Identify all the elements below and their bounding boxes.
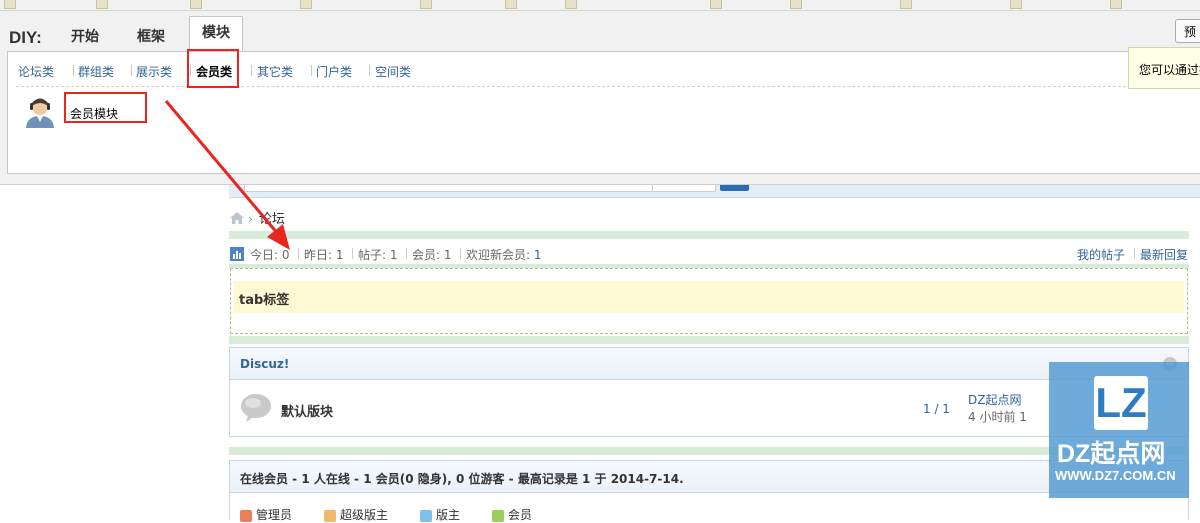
annotation-arrow-head bbox=[267, 224, 290, 250]
annotation-arrow-line bbox=[164, 100, 280, 235]
annotation-arrow bbox=[164, 100, 290, 250]
watermark-name: DZ起点网 bbox=[1057, 440, 1166, 468]
watermark-url: WWW.DZ7.COM.CN bbox=[1055, 468, 1176, 483]
watermark-logo: LZ DZ起点网 WWW.DZ7.COM.CN bbox=[1049, 362, 1189, 498]
watermark-mark: LZ bbox=[1094, 376, 1148, 430]
